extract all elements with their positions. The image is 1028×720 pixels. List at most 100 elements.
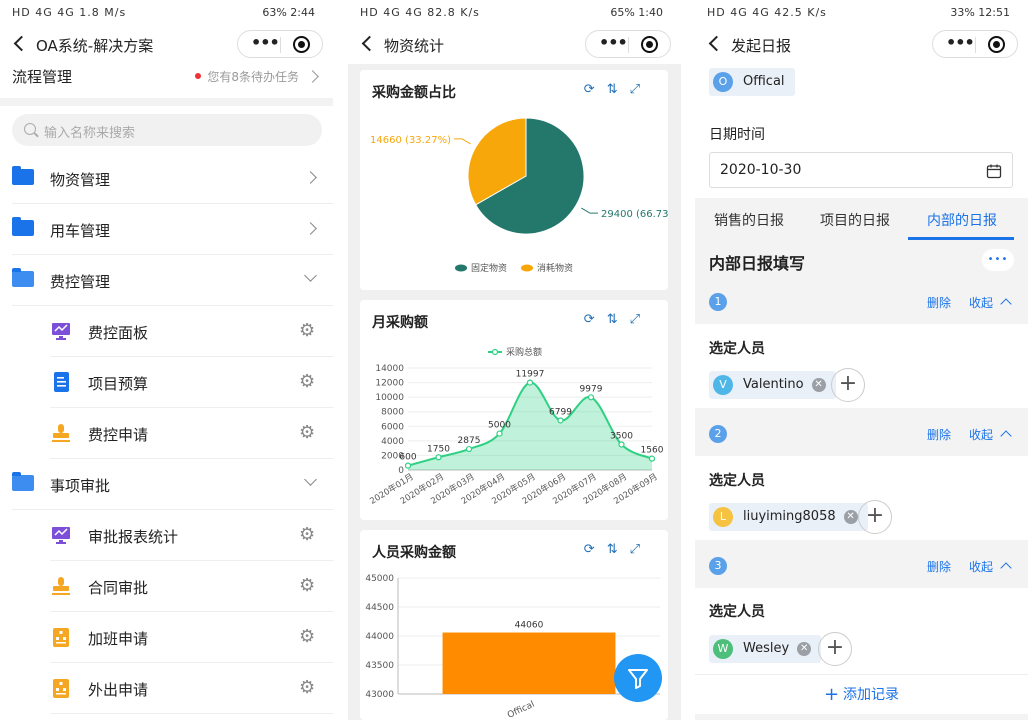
person-tag: V Valentino ✕ — [709, 371, 836, 399]
menu-label: 物资管理 — [50, 171, 111, 189]
gear-icon[interactable]: ⚙ — [299, 526, 317, 544]
date-value: 2020-10-30 — [720, 162, 802, 178]
back-icon[interactable] — [361, 35, 378, 52]
field-label: 选定人员 — [709, 341, 765, 357]
todo-notice[interactable]: 您有8条待办任务 — [195, 68, 299, 85]
data-point — [465, 445, 473, 453]
menu-item-expense[interactable]: 费控管理 — [12, 255, 333, 306]
calendar-icon[interactable] — [986, 163, 1002, 179]
menu-subitem-contract-approval[interactable]: 合同审批 ⚙ — [50, 561, 333, 612]
menu-item-supplies[interactable]: 物资管理 — [12, 153, 333, 204]
menu-label: 费控面板 — [88, 324, 149, 342]
menu-subitem-approval-report[interactable]: 审批报表统计 ⚙ — [50, 510, 333, 561]
more-icon[interactable]: ••• — [599, 33, 628, 52]
delete-link[interactable]: 删除 — [927, 426, 951, 443]
data-label: 11997 — [516, 370, 545, 380]
menu-subitem-expense-panel[interactable]: 费控面板 ⚙ — [50, 306, 333, 357]
menu-subitem-project-budget[interactable]: 项目预算 ⚙ — [50, 357, 333, 408]
y-tick-label: 45000 — [365, 574, 394, 584]
add-record-button[interactable]: + 添加记录 — [695, 674, 1028, 714]
avatar: L — [713, 507, 733, 527]
folder-open-icon — [12, 472, 34, 491]
data-point — [496, 430, 503, 437]
remove-icon[interactable]: ✕ — [811, 378, 826, 392]
header-area: HD 4G 4G 82.8 K/s 65% 1:40 物资统计 ••• — [348, 0, 681, 64]
gear-icon[interactable]: ⚙ — [299, 373, 317, 391]
more-icon[interactable]: ••• — [251, 33, 280, 52]
pie-chart: 29400 (66.73%) 14660 (33.27%) 固定物资 消耗物资 — [370, 117, 668, 274]
status-right: 65% 1:40 — [610, 6, 663, 19]
y-tick-label: 8000 — [381, 408, 404, 418]
flow-header[interactable]: 流程管理 您有8条待办任务 — [0, 64, 333, 106]
search-input[interactable]: 输入名称来搜索 — [12, 114, 322, 146]
data-point — [404, 462, 412, 469]
page-title: 物资统计 — [384, 37, 445, 55]
gear-icon[interactable]: ⚙ — [299, 577, 317, 595]
data-label: 14660 (33.27%) — [370, 135, 451, 146]
org-chart-icon — [53, 679, 69, 698]
filter-button[interactable] — [614, 654, 662, 702]
menu-item-vehicles[interactable]: 用车管理 — [12, 204, 333, 255]
tab-project[interactable]: 项目的日报 — [820, 210, 890, 230]
gear-icon[interactable]: ⚙ — [299, 322, 317, 340]
menu-subitem-outing[interactable]: 外出申请 ⚙ — [50, 663, 333, 714]
page-title: OA系统-解决方案 — [36, 37, 154, 55]
more-icon[interactable]: ••• — [946, 33, 975, 52]
delete-link[interactable]: 删除 — [927, 294, 951, 311]
collapse-link[interactable]: 收起 — [969, 426, 993, 443]
y-tick-label: 44500 — [365, 603, 394, 613]
search-icon — [24, 123, 36, 135]
section-title: 内部日报填写 — [709, 254, 806, 273]
menu-subitem-overtime[interactable]: 加班申请 ⚙ — [50, 612, 333, 663]
menu-item-approval[interactable]: 事项审批 — [12, 459, 333, 510]
delete-link[interactable]: 删除 — [927, 558, 951, 575]
record-number: 1 — [709, 293, 727, 311]
legend-label: 消耗物资 — [537, 262, 573, 274]
data-label: 3500 — [610, 432, 633, 442]
collapse-link[interactable]: 收起 — [969, 294, 993, 311]
menu-subitem-expense-apply[interactable]: 费控申请 ⚙ — [50, 408, 333, 459]
chevron-right-icon — [304, 171, 317, 184]
data-label: 6799 — [549, 407, 572, 417]
collapse-link[interactable]: 收起 — [969, 558, 993, 575]
y-tick-label: 43000 — [365, 690, 394, 700]
gear-icon[interactable]: ⚙ — [299, 679, 317, 697]
y-tick-label: 4000 — [381, 437, 404, 447]
menu-list: 物资管理 用车管理 费控管理 费控面板 ⚙ 项目预算 ⚙ 费控申请 ⚙ 事项审批… — [0, 153, 333, 714]
data-label: 29400 (66.73%) — [601, 209, 668, 220]
todo-text: 您有8条待办任务 — [207, 70, 299, 84]
divider — [975, 37, 976, 53]
add-person-button[interactable]: + — [831, 368, 865, 402]
back-icon[interactable] — [708, 35, 725, 52]
folder-icon — [12, 217, 34, 236]
add-person-button[interactable]: + — [858, 500, 892, 534]
data-label: 1560 — [641, 446, 664, 456]
divider — [628, 37, 629, 53]
avatar: V — [713, 375, 733, 395]
close-target-icon[interactable] — [988, 36, 1005, 53]
gear-icon[interactable]: ⚙ — [299, 424, 317, 442]
close-target-icon[interactable] — [293, 36, 310, 53]
legend-marker-dot — [491, 348, 499, 356]
status-right: 33% 12:51 — [950, 6, 1010, 19]
remove-icon[interactable]: ✕ — [843, 510, 858, 524]
folder-icon — [12, 166, 34, 185]
chevron-up-icon — [1000, 298, 1012, 310]
chevron-right-icon — [304, 222, 317, 235]
back-icon[interactable] — [13, 35, 30, 52]
person-tag: Lliuyiming8058 ✕ — [709, 503, 868, 531]
gear-icon[interactable]: ⚙ — [299, 628, 317, 646]
data-point — [435, 454, 442, 461]
add-person-button[interactable]: + — [818, 632, 852, 666]
leader-line — [581, 207, 599, 214]
close-target-icon[interactable] — [641, 36, 658, 53]
menu-label: 费控申请 — [88, 426, 149, 444]
tab-sales[interactable]: 销售的日报 — [714, 210, 784, 230]
plus-icon: + — [823, 684, 840, 705]
menu-label: 审批报表统计 — [88, 528, 179, 546]
y-tick-label: 10000 — [375, 393, 404, 403]
more-options-icon[interactable]: ••• — [982, 249, 1014, 271]
date-field[interactable]: 2020-10-30 — [709, 152, 1013, 188]
remove-icon[interactable]: ✕ — [797, 642, 812, 656]
tab-internal[interactable]: 内部的日报 — [927, 210, 997, 230]
